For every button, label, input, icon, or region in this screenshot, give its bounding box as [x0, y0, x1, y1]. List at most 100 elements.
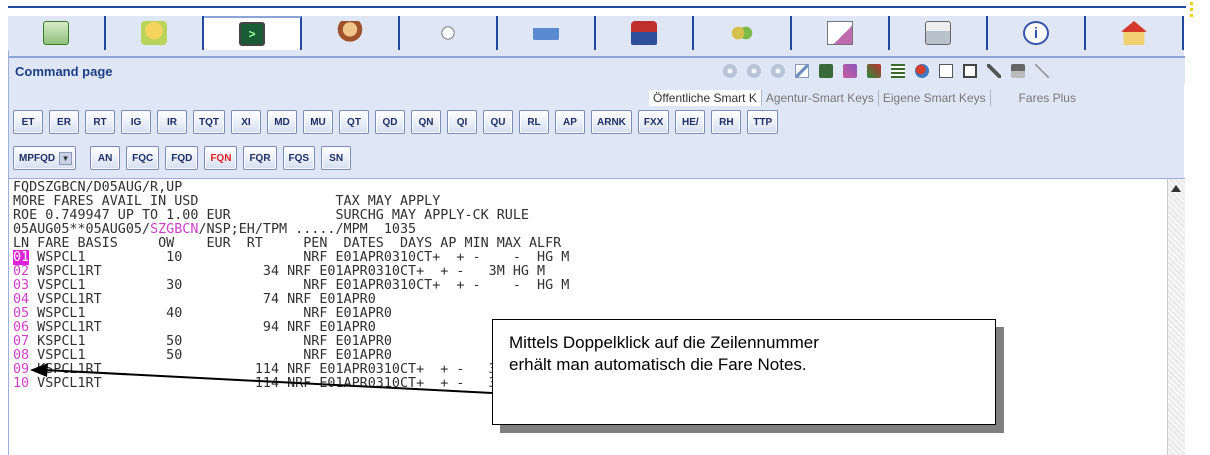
fare-row: 01 WSPCL1 10 NRF E01APR0310CT+ + - - HG … [13, 250, 569, 265]
terminal-scrollbar[interactable] [1167, 179, 1185, 455]
car-icon [533, 21, 559, 45]
flight-icon[interactable] [795, 64, 809, 78]
stop-icon[interactable] [771, 64, 785, 78]
fare-row-text: VSPCL1RT 74 NRF E01APR0 [29, 292, 376, 307]
smart-key-button[interactable]: QU [483, 110, 513, 134]
fare-row: 07 KSPCL1 50 NRF E01APR0 [13, 335, 392, 349]
scroll-up-icon[interactable] [1171, 185, 1181, 192]
tab-bellboy[interactable] [596, 16, 694, 50]
smart-key-row-2: MPFQD ▼ AN FQC FQD FQN FQR FQS SN [13, 146, 357, 170]
mpfqd-dropdown[interactable]: MPFQD ▼ [13, 146, 77, 170]
smart-key-button[interactable]: TTP [747, 110, 779, 134]
smart-key-button[interactable]: ET [13, 110, 43, 134]
smart-key-button[interactable]: FXX [637, 110, 670, 134]
book-tool-icon[interactable] [819, 64, 833, 78]
smart-key-button[interactable]: AN [90, 146, 121, 170]
smart-key-button[interactable]: RT [85, 110, 115, 134]
play-icon[interactable] [747, 64, 761, 78]
tab-printer[interactable] [890, 16, 988, 50]
smart-key-button[interactable]: XI [231, 110, 261, 134]
tab-coins[interactable] [694, 16, 792, 50]
smart-key-button[interactable]: FQD [165, 146, 199, 170]
notepad-icon [827, 21, 853, 45]
smart-key-button[interactable]: ARNK [591, 110, 632, 134]
tab-sun[interactable] [400, 16, 498, 50]
line-number[interactable]: 02 [13, 264, 29, 279]
print-tool-icon[interactable] [1011, 64, 1025, 78]
pencil-tool-icon[interactable] [987, 64, 1001, 78]
globe-tool-icon[interactable] [915, 64, 929, 78]
smart-key-button[interactable]: QT [339, 110, 369, 134]
mpfqd-dropdown-label: MPFQD [19, 152, 56, 164]
tab-agency-smart-keys[interactable]: Agentur-Smart Keys [762, 90, 879, 106]
smart-key-button[interactable]: MD [267, 110, 297, 134]
list-tool-icon[interactable] [891, 64, 905, 78]
smart-key-button[interactable]: RH [711, 110, 742, 134]
smart-key-button[interactable]: TQT [193, 110, 225, 134]
route-prefix: 05AUG05**05AUG05/ [13, 222, 151, 237]
tab-car[interactable] [498, 16, 596, 50]
woman-icon [337, 21, 363, 45]
smart-key-row-1: ET ER RT IG IR TQT XI MD MU QT QD QN QI … [13, 110, 784, 134]
marker-tool-icon[interactable] [867, 64, 881, 78]
toolbar-icons [723, 64, 1049, 78]
smart-key-button[interactable]: RL [519, 110, 549, 134]
fqn-button[interactable]: FQN [204, 146, 238, 170]
fare-row-text: WSPCL1 40 NRF E01APR0 [29, 306, 392, 321]
smart-key-button[interactable]: MU [303, 110, 333, 134]
smart-keys-tabs: Öffentliche Smart K Agentur-Smart Keys E… [649, 90, 1080, 106]
smiley-icon [141, 21, 167, 45]
line-number[interactable]: 06 [13, 320, 29, 335]
line-number[interactable]: 09 [13, 362, 29, 377]
window-tool-icon[interactable] [963, 64, 977, 78]
callout-line-2: erhält man automatisch die Fare Notes. [509, 355, 807, 374]
smart-key-button[interactable]: IR [157, 110, 187, 134]
corner-dots [1190, 2, 1194, 17]
smart-key-button[interactable]: FQR [243, 146, 277, 170]
tab-smiley[interactable] [106, 16, 204, 50]
tab-fares-plus[interactable]: Fares Plus [1015, 90, 1080, 106]
line-number[interactable]: 07 [13, 334, 29, 349]
callout-line-1: Mittels Doppelklick auf die Zeilennummer [509, 333, 819, 352]
line-number[interactable]: 05 [13, 306, 29, 321]
smart-key-button[interactable]: AP [555, 110, 585, 134]
fare-row: 04 VSPCL1RT 74 NRF E01APR0 [13, 293, 376, 307]
edit-tool-icon[interactable] [843, 64, 857, 78]
smart-key-button[interactable]: HE/ [675, 110, 706, 134]
smart-key-button[interactable]: SN [321, 146, 352, 170]
tab-own-smart-keys[interactable]: Eigene Smart Keys [879, 90, 991, 106]
line-number[interactable]: 08 [13, 348, 29, 363]
line-number[interactable]: 01 [13, 250, 30, 265]
smart-key-button[interactable]: IG [121, 110, 151, 134]
tab-woman[interactable] [302, 16, 400, 50]
window-top-strip [0, 0, 1210, 8]
smart-key-button[interactable]: ER [49, 110, 79, 134]
terminal-route-line: 05AUG05**05AUG05/SZGBCN/NSP;EH/TPM .....… [13, 223, 416, 237]
chevron-down-icon[interactable]: ▼ [59, 151, 73, 165]
tab-public-smart-keys[interactable]: Öffentliche Smart K [649, 90, 762, 106]
tab-notepad[interactable] [792, 16, 890, 50]
line-number[interactable]: 10 [13, 376, 29, 391]
line-number[interactable]: 03 [13, 278, 29, 293]
line-number[interactable]: 04 [13, 292, 29, 307]
smart-key-button[interactable]: FQC [126, 146, 160, 170]
annotation-callout: Mittels Doppelklick auf die Zeilennummer… [492, 319, 996, 425]
smart-key-button[interactable]: QI [447, 110, 477, 134]
fare-row: 08 VSPCL1 50 NRF E01APR0 [13, 349, 392, 363]
smart-key-button[interactable]: QN [411, 110, 441, 134]
record-icon[interactable] [723, 64, 737, 78]
smart-key-button[interactable]: QD [375, 110, 405, 134]
tab-info[interactable]: i [988, 16, 1086, 50]
fare-row: 02 WSPCL1RT 34 NRF E01APR0310CT+ + - 3M … [13, 265, 545, 279]
fare-row-text: KSPCL1RT 114 NRF E01APR0310CT+ + - 3M HG… [29, 362, 546, 377]
tab-house[interactable] [1086, 16, 1184, 50]
note-tool-icon[interactable] [939, 64, 953, 78]
terminal-screen-icon: > [239, 22, 265, 46]
sun-icon [435, 21, 461, 45]
smart-key-button[interactable]: FQS [282, 146, 316, 170]
tab-book[interactable] [8, 16, 106, 50]
pen-tool-icon[interactable] [1035, 64, 1049, 78]
house-icon [1121, 21, 1147, 45]
route-suffix: /NSP;EH/TPM ...../MPM 1035 [198, 222, 417, 237]
tab-command-page[interactable]: > [204, 16, 302, 50]
